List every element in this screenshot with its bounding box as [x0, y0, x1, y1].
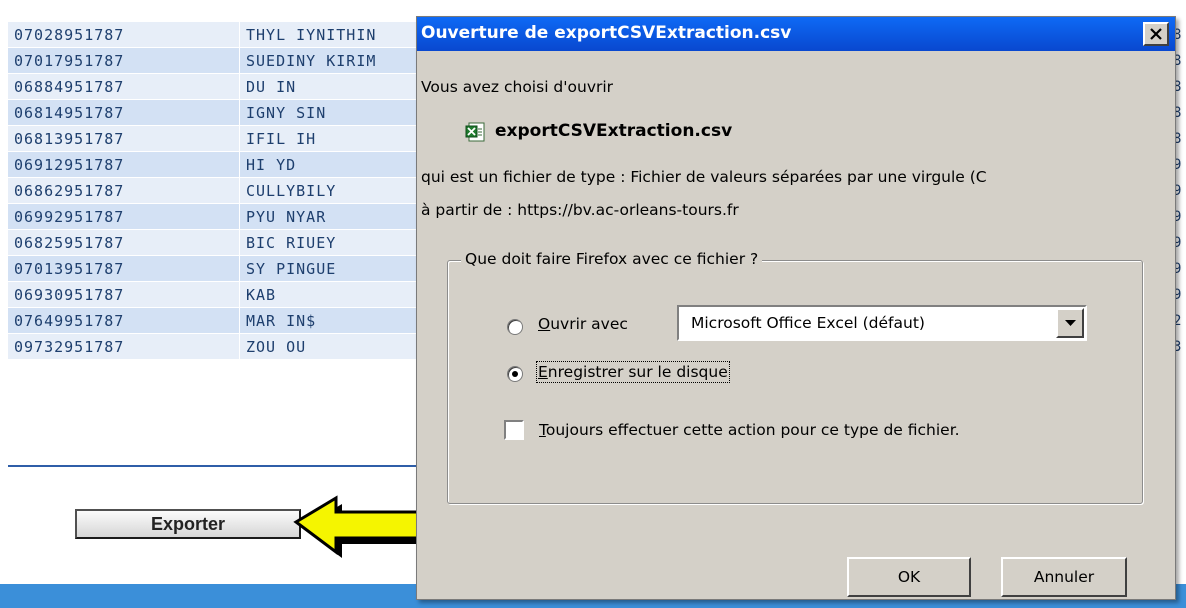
student-id-cell: 07017951787	[8, 47, 240, 74]
student-id-cell: 06930951787	[8, 281, 240, 308]
always-do-this-checkbox[interactable]	[504, 420, 524, 440]
student-name-cell: MAR IN$	[239, 307, 428, 334]
student-id-cell: 07013951787	[8, 255, 240, 282]
save-to-disk-label[interactable]: Enregistrer sur le disque	[536, 361, 730, 383]
student-id-cell: 06992951787	[8, 203, 240, 230]
results-table: 07028951787 THYL IYNITHIN 07017951787 SUEDI…	[8, 22, 428, 360]
save-to-disk-label-rest: nregistrer sur le disque	[547, 363, 728, 381]
table-row: 06912951787 HI YD	[8, 151, 428, 178]
file-type-line: qui est un fichier de type : Fichier de …	[421, 168, 987, 186]
student-name-cell: KAB	[239, 281, 428, 308]
student-name-cell: HI YD	[239, 151, 428, 178]
table-row: 07649951787 MAR IN$	[8, 307, 428, 334]
table-row: 09732951787 ZOU OU	[8, 333, 428, 360]
application-select[interactable]: Microsoft Office Excel (défaut)	[677, 305, 1087, 341]
always-do-this-label[interactable]: Toujours effectuer cette action pour ce …	[539, 421, 960, 439]
dialog-title: Ouverture de exportCSVExtraction.csv	[421, 23, 792, 43]
close-icon	[1150, 28, 1162, 40]
student-name-cell: BIC RIUEY	[239, 229, 428, 256]
radio-selected-dot	[512, 371, 518, 377]
student-id-cell: 09732951787	[8, 333, 240, 360]
action-group-box	[447, 260, 1143, 504]
table-row: 07028951787 THYL IYNITHIN	[8, 22, 428, 48]
student-id-cell: 06884951787	[8, 73, 240, 100]
student-id-cell: 06825951787	[8, 229, 240, 256]
table-row: 07017951787 SUEDINY KIRIM	[8, 47, 428, 74]
student-name-cell: THYL IYNITHIN	[239, 22, 428, 48]
open-file-dialog: Ouverture de exportCSVExtraction.csv Vou…	[416, 16, 1176, 600]
table-bottom-border	[8, 465, 428, 467]
file-name: exportCSVExtraction.csv	[495, 121, 733, 141]
table-row: 06862951787 CULLYBILY	[8, 177, 428, 204]
save-to-disk-radio[interactable]	[507, 366, 523, 382]
table-row: 06992951787 PYU NYAR	[8, 203, 428, 230]
student-name-cell: ZOU OU	[239, 333, 428, 360]
student-name-cell: IFIL IH	[239, 125, 428, 152]
export-button[interactable]: Exporter	[75, 509, 301, 539]
always-do-this-label-rest: oujours effectuer cette action pour ce t…	[545, 421, 960, 439]
student-id-cell: 06862951787	[8, 177, 240, 204]
table-row: 06884951787 DU IN	[8, 73, 428, 100]
student-name-cell: IGNY SIN	[239, 99, 428, 126]
student-id-cell: 07649951787	[8, 307, 240, 334]
open-with-label[interactable]: Ouvrir avec	[538, 315, 628, 333]
student-id-cell: 06912951787	[8, 151, 240, 178]
close-button[interactable]	[1143, 22, 1169, 46]
cancel-button[interactable]: Annuler	[1001, 557, 1127, 597]
student-name-cell: DU IN	[239, 73, 428, 100]
file-source-line: à partir de : https://bv.ac-orleans-tour…	[421, 201, 739, 219]
student-id-cell: 06814951787	[8, 99, 240, 126]
table-row: 06825951787 BIC RIUEY	[8, 229, 428, 256]
always-do-this-label-accesskey: T	[539, 421, 546, 439]
action-group-title: Que doit faire Firefox avec ce fichier ?	[461, 250, 763, 268]
application-select-value: Microsoft Office Excel (défaut)	[691, 314, 925, 332]
open-with-label-rest: uvrir avec	[550, 315, 628, 333]
excel-csv-file-icon	[465, 122, 485, 142]
dialog-titlebar[interactable]: Ouverture de exportCSVExtraction.csv	[417, 17, 1175, 51]
open-with-label-accesskey: O	[538, 315, 551, 333]
table-row: 06814951787 IGNY SIN	[8, 99, 428, 126]
ok-button[interactable]: OK	[847, 557, 971, 597]
save-to-disk-label-accesskey: E	[538, 363, 548, 381]
student-name-cell: SY PINGUE	[239, 255, 428, 282]
student-id-cell: 07028951787	[8, 22, 240, 48]
student-id-cell: 06813951787	[8, 125, 240, 152]
table-row: 06813951787 IFIL IH	[8, 125, 428, 152]
dialog-intro: Vous avez choisi d'ouvrir	[421, 78, 614, 96]
table-row: 07013951787 SY PINGUE	[8, 255, 428, 282]
table-row: 06930951787 KAB	[8, 281, 428, 308]
student-name-cell: CULLYBILY	[239, 177, 428, 204]
student-name-cell: PYU NYAR	[239, 203, 428, 230]
chevron-down-icon	[1064, 319, 1076, 326]
select-dropdown-button[interactable]	[1056, 308, 1084, 338]
open-with-radio[interactable]	[507, 319, 523, 335]
student-name-cell: SUEDINY KIRIM	[239, 47, 428, 74]
